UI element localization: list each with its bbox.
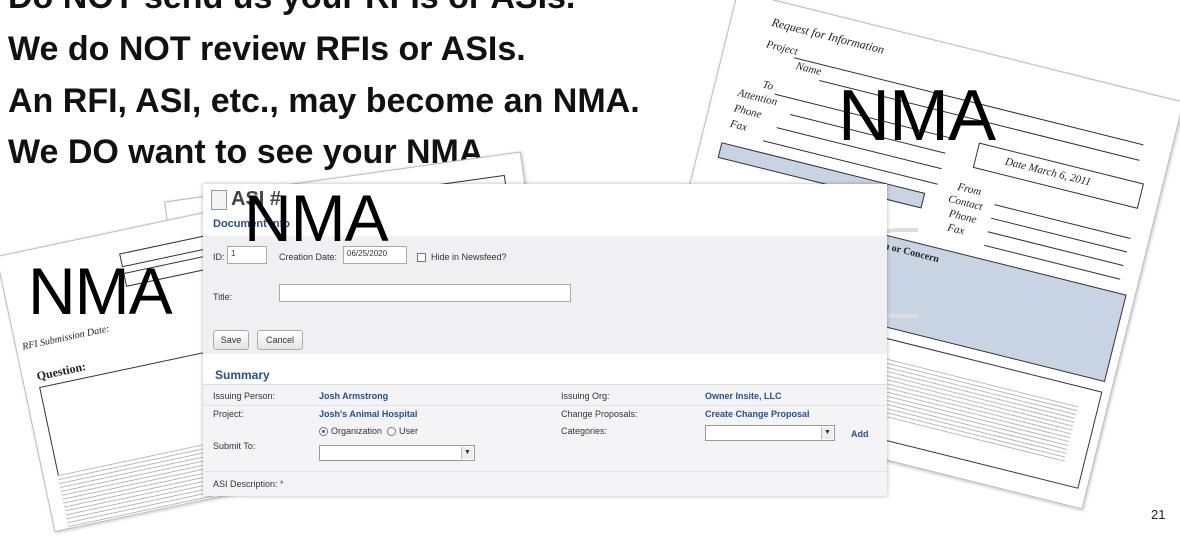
headline-line-2: We do NOT review RFIs or ASIs. bbox=[8, 30, 526, 68]
issuing-org-link[interactable]: Owner Insite, LLC bbox=[705, 391, 782, 401]
headline-line-1: Do NOT send us your RFIs or ASIs. bbox=[8, 0, 575, 17]
issuing-person-label: Issuing Person: bbox=[213, 391, 276, 401]
create-change-proposal-link[interactable]: Create Change Proposal bbox=[705, 409, 810, 419]
hide-newsfeed-label: Hide in Newsfeed? bbox=[431, 252, 507, 262]
document-icon bbox=[211, 190, 227, 210]
summary-heading: Summary bbox=[215, 368, 270, 382]
rfi-field-project: Project bbox=[765, 38, 800, 58]
id-label: ID: bbox=[213, 252, 225, 262]
rfi-field-to: To bbox=[761, 78, 775, 93]
hide-newsfeed-checkbox[interactable] bbox=[417, 253, 426, 262]
user-radio[interactable] bbox=[387, 427, 396, 436]
rfi-field-fax-2: Fax bbox=[946, 221, 966, 238]
submit-to-label: Submit To: bbox=[213, 441, 256, 451]
title-input[interactable] bbox=[279, 284, 571, 302]
chevron-down-icon: ▼ bbox=[461, 447, 473, 459]
user-radio-label: User bbox=[399, 426, 419, 436]
asi-description-label: ASI Description: * bbox=[213, 479, 284, 489]
project-label: Project: bbox=[213, 409, 244, 419]
title-label: Title: bbox=[213, 292, 233, 302]
categories-label: Categories: bbox=[561, 426, 608, 436]
organization-radio-label: Organization bbox=[331, 426, 383, 436]
issuing-org-label: Issuing Org: bbox=[561, 391, 610, 401]
submit-to-select[interactable]: ▼ bbox=[319, 445, 475, 461]
issuing-person-link[interactable]: Josh Armstrong bbox=[319, 391, 388, 401]
categories-select[interactable]: ▼ bbox=[705, 425, 835, 441]
chevron-down-icon: ▼ bbox=[821, 427, 833, 439]
rfi-field-fax: Fax bbox=[728, 117, 749, 134]
cancel-button[interactable]: Cancel bbox=[257, 330, 303, 350]
nma-stamp-right: NMA bbox=[838, 76, 996, 156]
add-category-button[interactable]: Add bbox=[851, 429, 869, 439]
nma-stamp-center: NMA bbox=[244, 181, 389, 255]
save-button[interactable]: Save bbox=[213, 330, 249, 350]
page-number: 21 bbox=[1151, 507, 1166, 522]
nma-stamp-left: NMA bbox=[28, 254, 173, 328]
headline-line-3: An RFI, ASI, etc., may become an NMA. bbox=[8, 82, 640, 120]
summary-section: Issuing Person: Josh Armstrong Issuing O… bbox=[203, 384, 887, 496]
required-mark: * bbox=[280, 479, 284, 489]
rfi-field-phone: Phone bbox=[732, 102, 763, 121]
organization-radio[interactable] bbox=[319, 427, 328, 436]
project-link[interactable]: Josh's Animal Hospital bbox=[319, 409, 417, 419]
change-proposals-label: Change Proposals: bbox=[561, 409, 638, 419]
